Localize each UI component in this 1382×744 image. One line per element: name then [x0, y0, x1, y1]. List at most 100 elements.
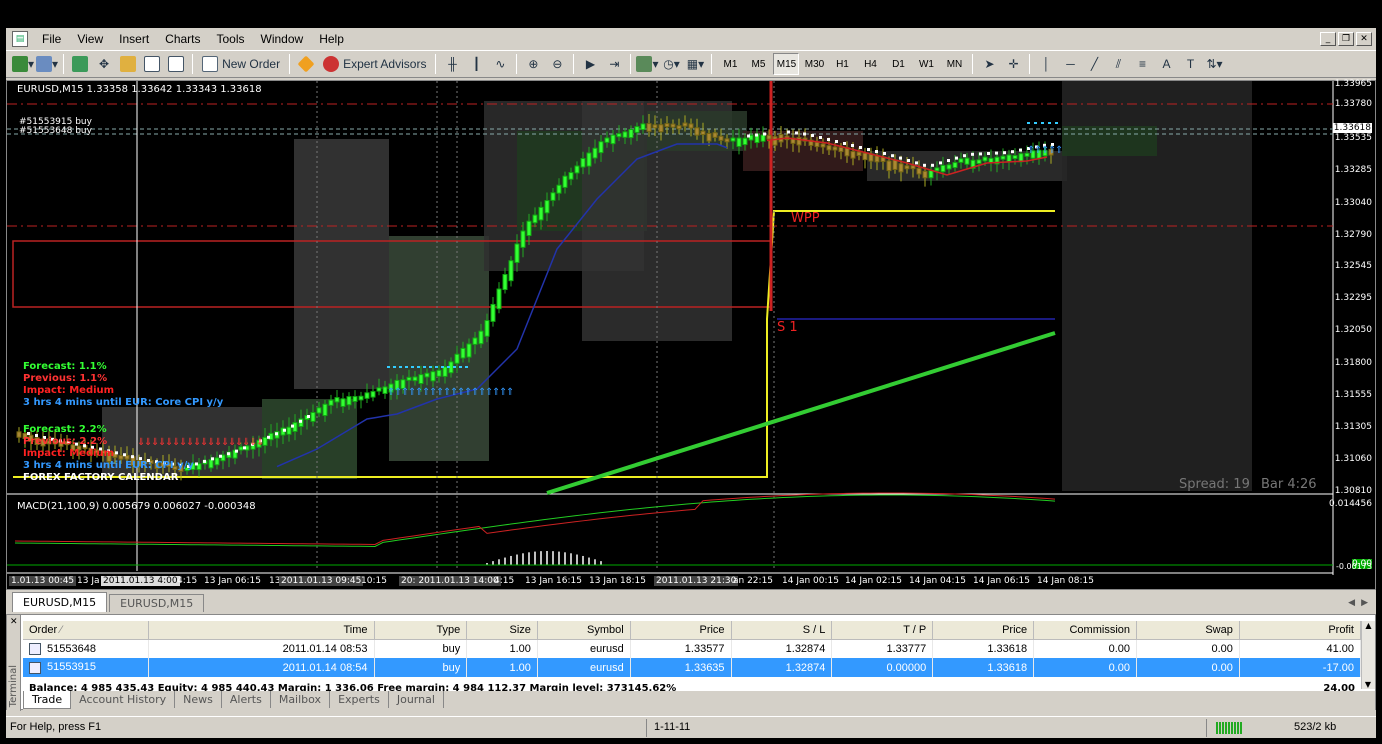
timeframe-d1[interactable]: D1 — [885, 53, 911, 75]
table-row[interactable]: 51553915 2011.01.14 08:54 buy 1.00 eurus… — [23, 658, 1362, 677]
minimize-icon[interactable]: _ — [1320, 32, 1336, 46]
cursor-icon[interactable]: ➤ — [978, 53, 1000, 75]
cell-order: 51553915 — [23, 658, 149, 677]
timeframe-m15[interactable]: M15 — [773, 53, 800, 75]
chart-shift-icon[interactable]: ⇥ — [603, 53, 625, 75]
col-time[interactable]: Time — [148, 621, 375, 640]
candle — [814, 141, 820, 148]
restore-icon[interactable]: ❐ — [1338, 32, 1354, 46]
timeframe-h1[interactable]: H1 — [829, 53, 855, 75]
menu-view[interactable]: View — [69, 32, 111, 46]
col-price[interactable]: Price — [630, 621, 732, 640]
terminal-close-icon[interactable]: ✕ — [10, 617, 18, 627]
cell-time: 2011.01.14 08:54 — [148, 658, 375, 677]
col-tp[interactable]: T / P — [831, 621, 934, 640]
menu-file[interactable]: File — [34, 32, 69, 46]
scroll-up-icon[interactable]: ▲ — [1362, 621, 1375, 630]
col-order[interactable]: Order ⁄ — [23, 621, 149, 640]
tester-icon[interactable] — [165, 53, 187, 75]
band-dot — [883, 152, 886, 155]
terminal-icon[interactable] — [141, 53, 163, 75]
arrows-icon[interactable]: ⇅▾ — [1203, 53, 1225, 75]
trendline-icon[interactable]: ╱ — [1083, 53, 1105, 75]
crosshair-icon[interactable]: ✛ — [1002, 53, 1024, 75]
indicators-icon[interactable]: ▾ — [636, 53, 658, 75]
candle — [718, 135, 724, 141]
cell-profit: 41.00 — [1239, 639, 1362, 658]
candle — [850, 151, 856, 159]
vertical-line-icon[interactable]: │ — [1035, 53, 1057, 75]
candlestick-icon[interactable]: ┃ — [465, 53, 487, 75]
candle — [640, 123, 646, 131]
tab-left-icon[interactable]: ◀ — [1348, 598, 1355, 608]
tab-news[interactable]: News — [175, 691, 222, 708]
templates-icon[interactable]: ▦▾ — [684, 53, 706, 75]
auto-scroll-icon[interactable]: ▶ — [579, 53, 601, 75]
profiles-icon[interactable]: ▾ — [36, 53, 58, 75]
buy-arrow: ⇑ — [1055, 145, 1063, 156]
tab-journal[interactable]: Journal — [389, 691, 444, 708]
menu-charts[interactable]: Charts — [157, 32, 208, 46]
menu-tools[interactable]: Tools — [209, 32, 253, 46]
menu-help[interactable]: Help — [311, 32, 352, 46]
expert-advisors-button[interactable]: Expert Advisors — [319, 53, 430, 75]
tab-alerts[interactable]: Alerts — [222, 691, 271, 708]
horizontal-line-icon[interactable]: ─ — [1059, 53, 1081, 75]
new-chart-icon[interactable]: ▾ — [12, 53, 34, 75]
time-label: 4:15 — [494, 576, 515, 586]
scroll-down-icon[interactable]: ▼ — [1362, 680, 1374, 689]
menu-insert[interactable]: Insert — [111, 32, 157, 46]
news-previous: Previous: 2.2% — [23, 436, 108, 447]
separator — [516, 54, 518, 74]
col-type[interactable]: Type — [374, 621, 468, 640]
col-size[interactable]: Size — [466, 621, 538, 640]
col-profit[interactable]: Profit — [1239, 621, 1362, 640]
timeframe-mn[interactable]: MN — [941, 53, 967, 75]
tab-account-history[interactable]: Account History — [71, 691, 176, 708]
col-commission[interactable]: Commission — [1033, 621, 1137, 640]
zoom-out-icon[interactable]: ⊖ — [546, 53, 568, 75]
col-swap[interactable]: Swap — [1136, 621, 1240, 640]
col-sl[interactable]: S / L — [731, 621, 833, 640]
market-watch-icon[interactable] — [69, 53, 91, 75]
toolbar: ▾ ▾ ✥ New Order Expert Advisors ╫ ┃ ∿ ⊕ … — [6, 50, 1376, 78]
chart-tab-eurusd-m15[interactable]: EURUSD,M15 — [12, 592, 108, 612]
bar-chart-icon[interactable]: ╫ — [441, 53, 463, 75]
table-row[interactable]: 51553648 2011.01.14 08:53 buy 1.00 eurus… — [23, 639, 1362, 658]
periods-icon[interactable]: ◷▾ — [660, 53, 682, 75]
menu-window[interactable]: Window — [253, 32, 312, 46]
data-window-icon[interactable] — [117, 53, 139, 75]
line-chart-icon[interactable]: ∿ — [489, 53, 511, 75]
timeframe-m5[interactable]: M5 — [745, 53, 771, 75]
new-order-button[interactable]: New Order — [198, 53, 284, 75]
col-current-price[interactable]: Price — [932, 621, 1035, 640]
chart-window[interactable]: ⇑ ⇑ ⇑ ⇑ ⇑ ⇑ ⇑ ⇑ ⇑ ⇑ ⇑ ⇑ ⇑ ⇑ ⇑ ⇑ ⇑ ⇑ ⇓ ⇓ ⇓ ⇓ ⇓ ⇓ ⇓ ⇓ ⇓ ⇓ ⇓ ⇓ ⇓ ⇓ ⇓ ⇓ ⇓ ⇓ ⇑ ⇑ ⇑ ⇑… — [6, 79, 1376, 590]
terminal-scrollbar[interactable]: ▲ ▼ — [1361, 621, 1375, 689]
timeframe-m1[interactable]: M1 — [717, 53, 743, 75]
band-dot — [915, 161, 918, 165]
navigator-icon[interactable]: ✥ — [93, 53, 115, 75]
text-label-icon[interactable]: T — [1179, 53, 1201, 75]
timeframe-w1[interactable]: W1 — [913, 53, 939, 75]
signal-dot — [405, 366, 408, 368]
chart-tab-eurusd-m15-2[interactable]: EURUSD,M15 — [109, 594, 205, 612]
timeframe-m30[interactable]: M30 — [801, 53, 827, 75]
candle — [946, 164, 952, 170]
tab-trade[interactable]: Trade — [23, 691, 72, 709]
timeframe-h4[interactable]: H4 — [857, 53, 883, 75]
zoom-in-icon[interactable]: ⊕ — [522, 53, 544, 75]
close-icon[interactable]: ✕ — [1356, 32, 1372, 46]
candle — [508, 260, 514, 282]
metaeditor-icon[interactable] — [295, 53, 317, 75]
col-symbol[interactable]: Symbol — [537, 621, 631, 640]
fibonacci-icon[interactable]: ≡ — [1131, 53, 1153, 75]
tab-experts[interactable]: Experts — [330, 691, 389, 708]
text-icon[interactable]: A — [1155, 53, 1177, 75]
candle — [772, 136, 778, 146]
equidistant-channel-icon[interactable]: ⫽ — [1107, 53, 1129, 75]
candle — [838, 146, 844, 153]
tab-mailbox[interactable]: Mailbox — [271, 691, 331, 708]
app-icon[interactable]: ▤ — [12, 31, 28, 47]
candle — [352, 396, 358, 402]
tab-right-icon[interactable]: ▶ — [1361, 598, 1368, 608]
